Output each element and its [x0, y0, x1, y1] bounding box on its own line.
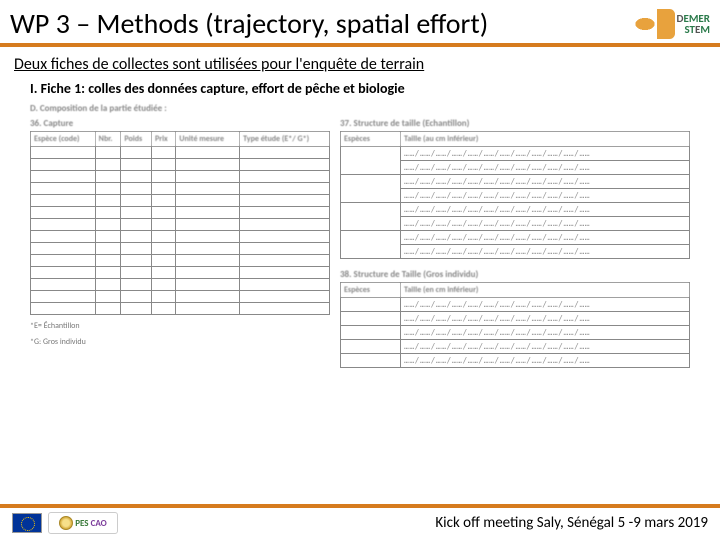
table-row	[31, 147, 330, 159]
taille2-caption: 38. Structure de Taille (Gros individu)	[340, 269, 690, 280]
table-row	[31, 171, 330, 183]
col-especes1: Espèces	[341, 132, 401, 147]
col-unite: Unité mesure	[176, 132, 240, 147]
table-row: ……/……/……/……/……/……/……/……/……/……/……/……	[341, 312, 690, 326]
slide-header: WP 3 – Methods (trajectory, spatial effo…	[0, 0, 720, 43]
table-row: ……/……/……/……/……/……/……/……/……/……/……/……	[341, 354, 690, 368]
table-row	[31, 219, 330, 231]
col-poids: Poids	[121, 132, 152, 147]
table-row	[31, 255, 330, 267]
capture-caption: 36. Capture	[30, 118, 330, 129]
table-row	[31, 267, 330, 279]
table-row	[31, 291, 330, 303]
table-row: ……/……/……/……/……/……/……/……/……/……/……/……	[341, 298, 690, 312]
footer: PESCAO Kick off meeting Saly, Sénégal 5 …	[0, 504, 720, 534]
table-row: ……/……/……/……/……/……/……/……/……/……/……/……	[341, 326, 690, 340]
table-row	[31, 303, 330, 315]
logo-text: DEMER STEM	[677, 13, 710, 35]
table-row	[31, 195, 330, 207]
page-title: WP 3 – Methods (trajectory, spatial effo…	[10, 6, 488, 41]
divider-bottom	[0, 504, 720, 508]
pescao-logo: PESCAO	[48, 512, 118, 534]
table-row	[31, 231, 330, 243]
table-row	[31, 243, 330, 255]
table-row: ……/……/……/……/……/……/……/……/……/……/……/……	[341, 147, 690, 161]
table-row: ……/……/……/……/……/……/……/……/……/……/……/……	[341, 231, 690, 245]
taille1-caption: 37. Structure de taille (Echantillon)	[340, 118, 690, 129]
col-taille1: Taille (au cm inférieur)	[401, 132, 690, 147]
table-row	[31, 159, 330, 171]
col-taille2: Taille (en cm inférieur)	[401, 283, 690, 298]
table-row: ……/……/……/……/……/……/……/……/……/……/……/……	[341, 175, 690, 189]
footer-text: Kick off meeting Saly, Sénégal 5 -9 mars…	[435, 514, 708, 532]
col-type: Type étude (E*/ G*)	[240, 132, 330, 147]
taille2-table: Espèces Taille (en cm inférieur) ……/……/……	[340, 282, 690, 368]
footnote-g: *G: Gros individu	[30, 337, 330, 347]
fiche-line: I. Fiche 1: colles des données capture, …	[0, 74, 720, 103]
table-row	[31, 207, 330, 219]
col-especes2: Espèces	[341, 283, 401, 298]
footer-logos: PESCAO	[12, 512, 118, 534]
form-area: D. Composition de la partie étudiée : 36…	[0, 103, 720, 368]
footnote-e: *E= Échantillon	[30, 321, 330, 331]
col-nbr: Nbr.	[95, 132, 121, 147]
intro-line: Deux fiches de collectes sont utilisées …	[0, 47, 720, 74]
demerstem-logo: DEMER STEM	[631, 9, 710, 39]
taille1-table: Espèces Taille (au cm inférieur) ……/……/……	[340, 131, 690, 259]
table-row	[31, 279, 330, 291]
fish-icon	[631, 9, 675, 39]
table-row: ……/……/……/……/……/……/……/……/……/……/……/……	[341, 203, 690, 217]
globe-icon	[59, 516, 73, 530]
col-espece: Espèce (code)	[31, 132, 96, 147]
table-row	[31, 183, 330, 195]
col-prix: Prix	[151, 132, 175, 147]
section-d-heading: D. Composition de la partie étudiée :	[30, 103, 690, 114]
table-row: ……/……/……/……/……/……/……/……/……/……/……/……	[341, 340, 690, 354]
eu-flag-icon	[12, 513, 42, 533]
capture-table: Espèce (code) Nbr. Poids Prix Unité mesu…	[30, 131, 330, 315]
